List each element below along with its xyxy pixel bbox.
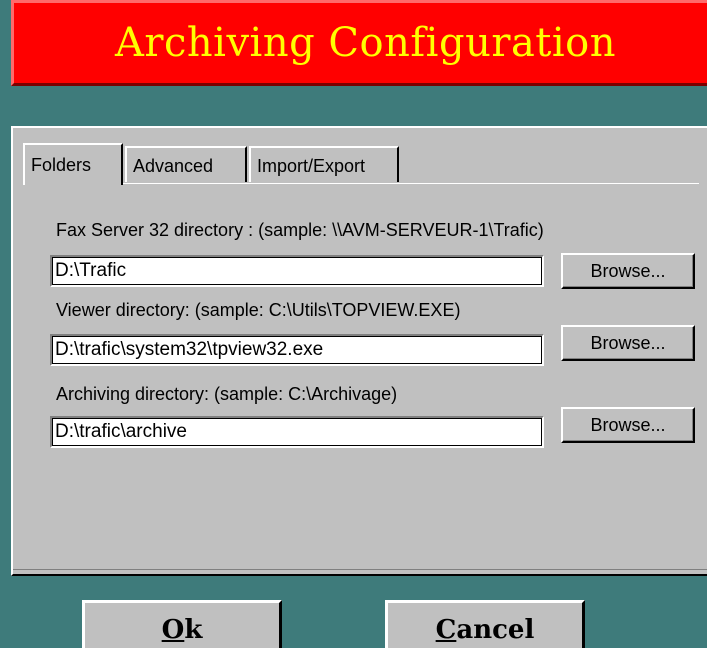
cancel-label-rest: ancel	[456, 615, 535, 645]
window-title: Archiving Configuration	[114, 20, 617, 66]
archive-label: Archiving directory: (sample: C:\Archiva…	[56, 384, 398, 404]
archive-field[interactable]: D:\trafic\archive	[50, 416, 544, 448]
archive-browse-button[interactable]: Browse...	[561, 407, 695, 443]
fax-server-browse-button[interactable]: Browse...	[561, 253, 695, 289]
title-bar: Archiving Configuration	[11, 0, 707, 86]
fax-server-field[interactable]: D:\Trafic	[50, 255, 544, 287]
cancel-mnemonic: C	[435, 615, 457, 645]
fax-server-label: Fax Server 32 directory : (sample: \\AVM…	[56, 220, 544, 240]
tab-import-export-label: Import/Export	[257, 156, 366, 176]
panel-divider	[13, 569, 707, 570]
viewer-browse-button[interactable]: Browse...	[561, 325, 695, 361]
viewer-label: Viewer directory: (sample: C:\Utils\TOPV…	[56, 300, 461, 320]
ok-mnemonic: O	[161, 615, 185, 645]
tab-advanced[interactable]: Advanced	[125, 146, 247, 182]
config-panel: Folders Advanced Import/Export Fax Serve…	[11, 126, 707, 576]
ok-label-rest: k	[184, 615, 203, 645]
tab-folders[interactable]: Folders	[23, 143, 123, 185]
tab-import-export[interactable]: Import/Export	[249, 146, 399, 182]
viewer-field[interactable]: D:\trafic\system32\tpview32.exe	[50, 334, 544, 366]
tab-content-border	[23, 183, 699, 184]
tab-advanced-label: Advanced	[133, 156, 214, 176]
tab-folders-label: Folders	[31, 155, 92, 175]
ok-button[interactable]: Ok	[82, 600, 282, 648]
cancel-button[interactable]: Cancel	[385, 600, 585, 648]
